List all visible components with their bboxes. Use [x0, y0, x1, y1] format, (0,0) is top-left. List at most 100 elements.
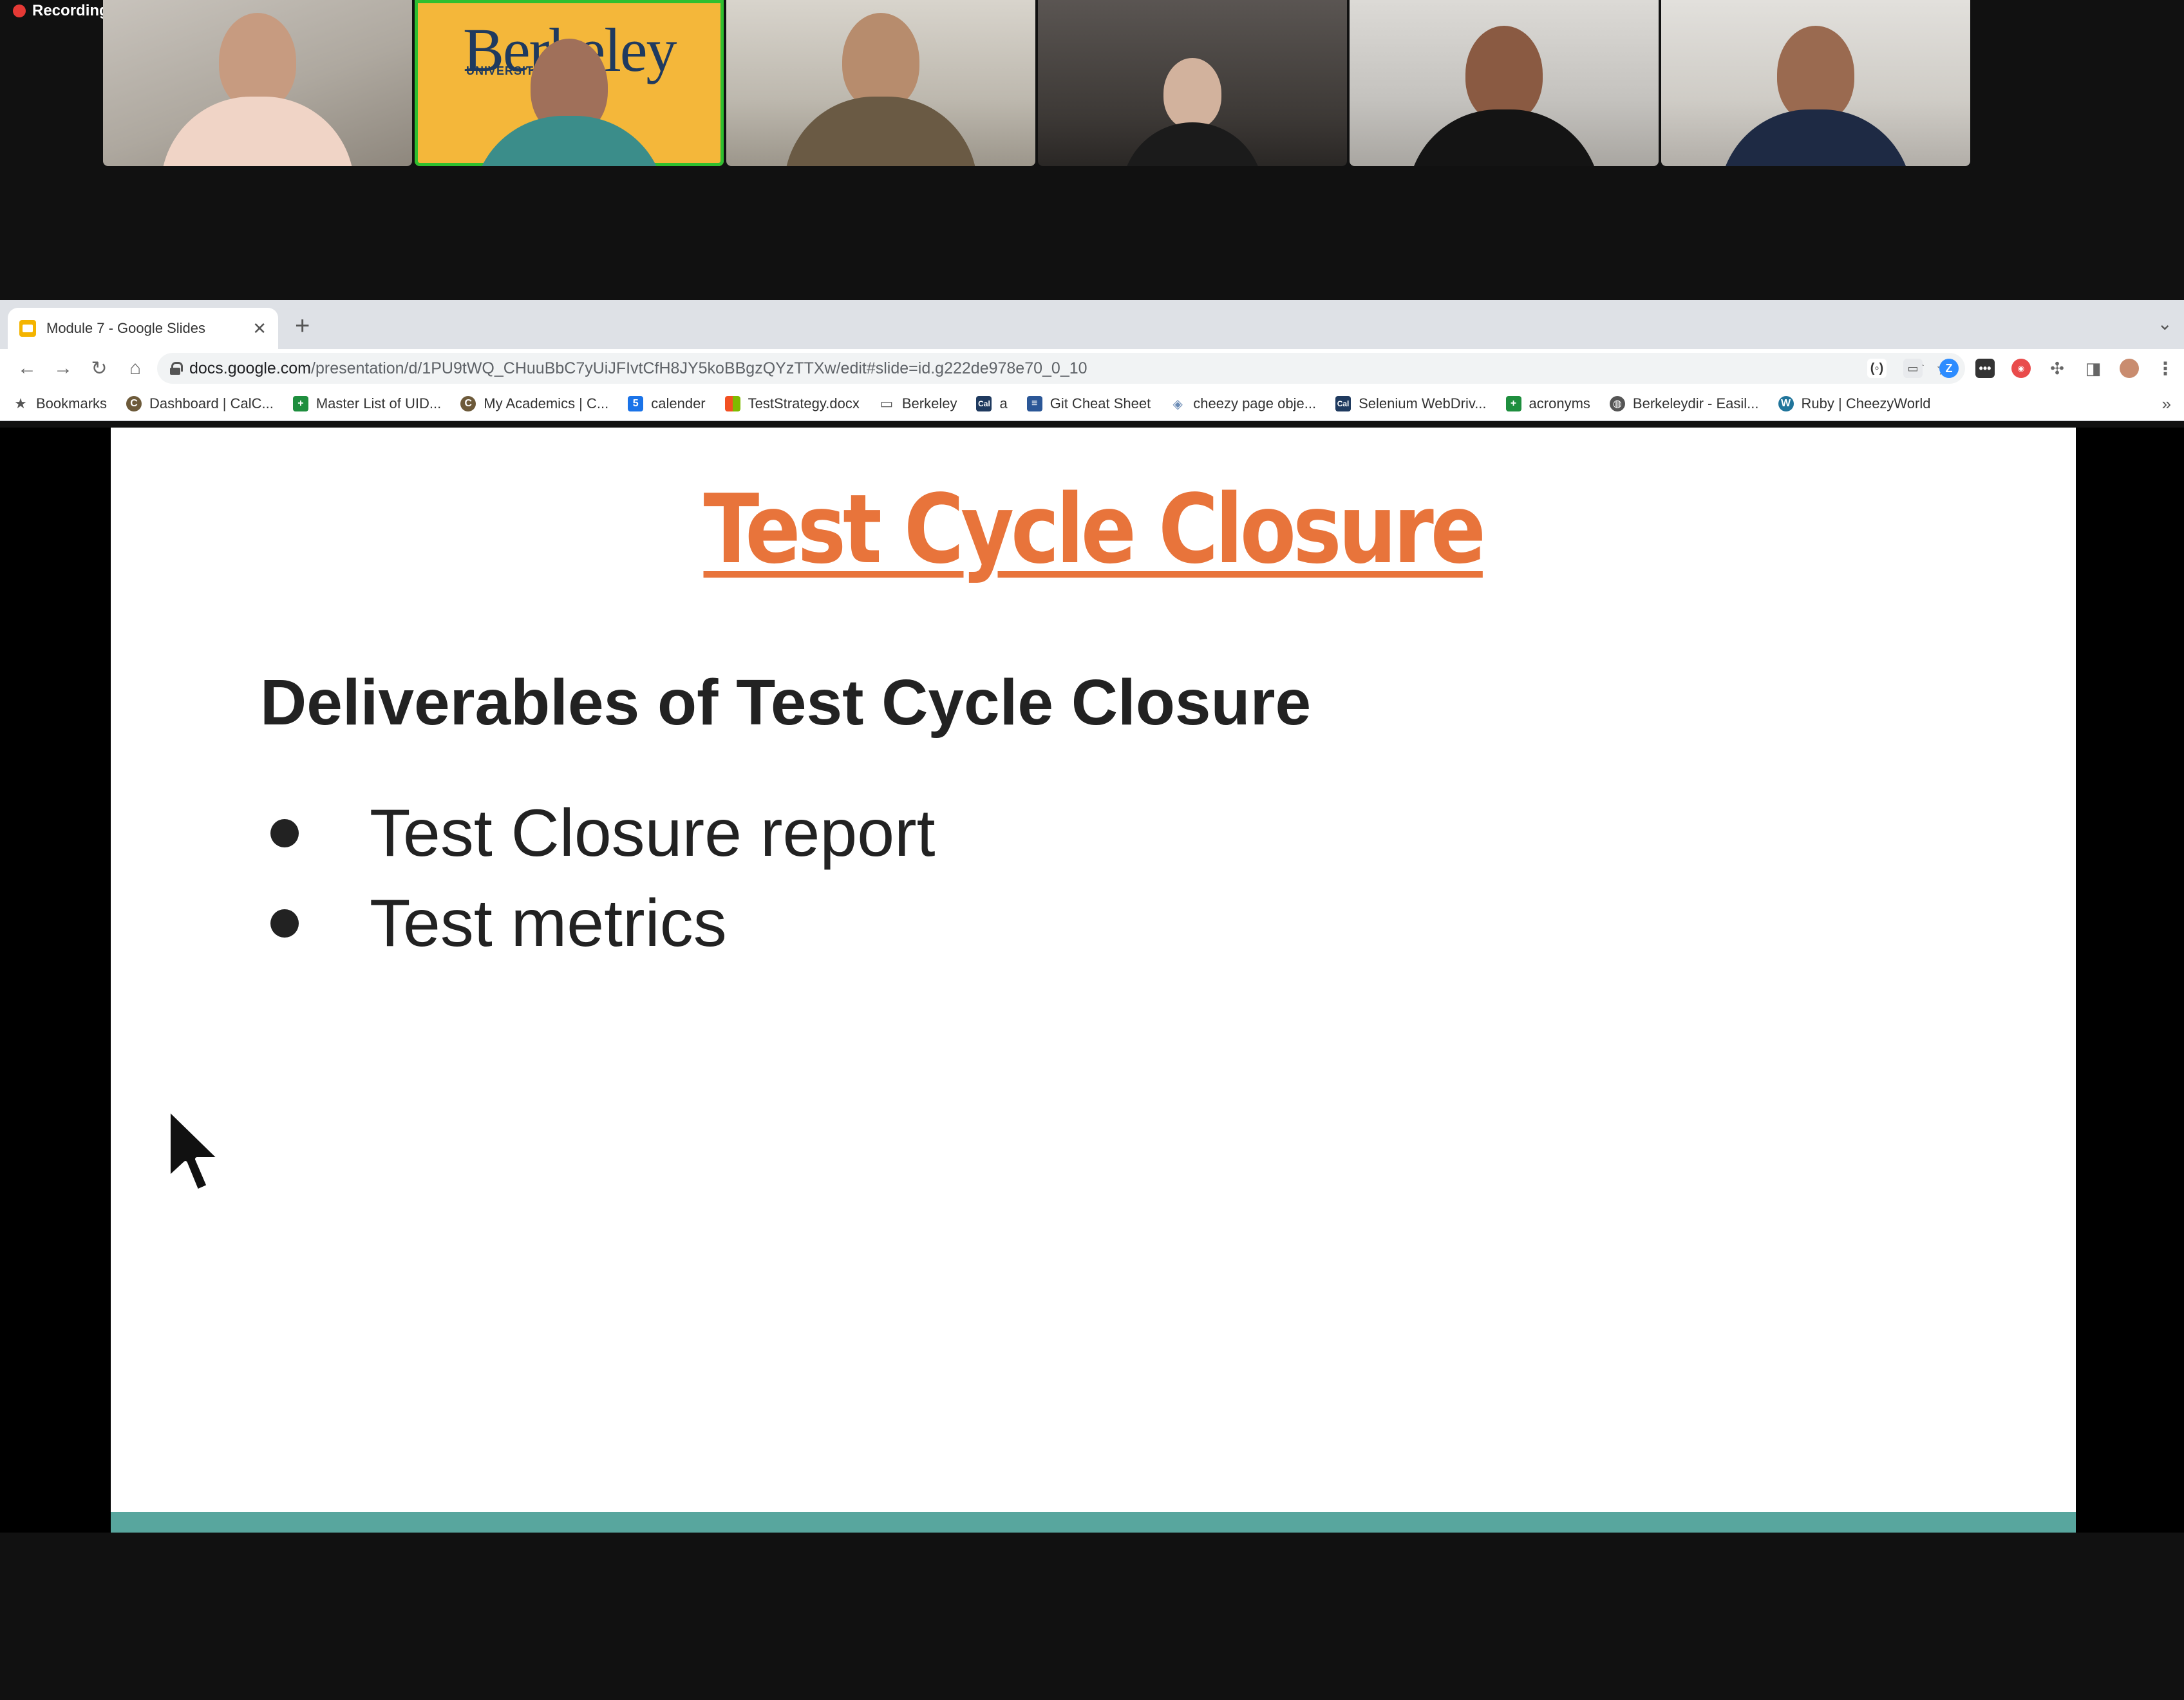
- bookmark-item[interactable]: TestStrategy.docx: [724, 395, 860, 412]
- slide-title: Test Cycle Closure: [703, 474, 1486, 585]
- bookmark-label: Berkeley: [901, 395, 957, 411]
- participant-body: [1407, 109, 1601, 166]
- sheets-icon: +: [1505, 396, 1521, 411]
- bookmark-item[interactable]: + Master List of UID...: [292, 395, 442, 412]
- page-icon: ◈: [1172, 397, 1183, 411]
- participant-body: [1719, 109, 1912, 166]
- bookmark-item[interactable]: + acronyms: [1505, 395, 1590, 412]
- participant-tile[interactable]: [1661, 0, 1970, 166]
- kebab-menu-icon[interactable]: ⋮: [2156, 359, 2175, 379]
- lock-icon[interactable]: [170, 362, 183, 375]
- tab-title: Module 7 - Google Slides: [46, 320, 206, 336]
- ms-icon: [724, 396, 740, 411]
- new-tab-plus-icon[interactable]: +: [295, 313, 310, 339]
- slide-footer-bar: [111, 1512, 2076, 1533]
- close-icon[interactable]: ✕: [252, 319, 267, 339]
- broadcast-extension-icon[interactable]: (◦): [1867, 359, 1887, 378]
- participant-tile-active-speaker[interactable]: Berkeley UNIVERSITY OF: [415, 0, 724, 166]
- google-slides-icon: [19, 320, 36, 337]
- slide-title-container: Test Cycle Closure: [111, 474, 2076, 585]
- participant-body: [473, 116, 666, 166]
- bookmark-label: Ruby | CheezyWorld: [1801, 395, 1931, 411]
- participant-head: [219, 13, 296, 109]
- bookmark-label: Bookmarks: [36, 395, 108, 411]
- zoom-extension-icon[interactable]: Z: [1939, 359, 1959, 378]
- side-panel-icon[interactable]: ◨: [2084, 359, 2103, 378]
- participant-body: [161, 97, 354, 166]
- sheets-icon: +: [292, 396, 308, 411]
- bookmark-item[interactable]: ◍ Berkeleydir - Easil...: [1609, 395, 1759, 412]
- bookmark-item[interactable]: C My Academics | C...: [460, 395, 608, 412]
- profile-avatar[interactable]: [2120, 359, 2139, 378]
- url-input[interactable]: docs.google.com/presentation/d/1PU9tWQ_C…: [157, 353, 1965, 384]
- participant-head: [842, 13, 919, 109]
- url-text: docs.google.com/presentation/d/1PU9tWQ_C…: [189, 359, 1903, 378]
- bookmark-item[interactable]: C Dashboard | CalC...: [126, 395, 274, 412]
- bookmark-item[interactable]: Cal Selenium WebDriv...: [1335, 395, 1487, 412]
- url-path: /presentation/d/1PU9tWQ_CHuuBbC7yUiJFIvt…: [311, 359, 1087, 377]
- participant-body: [1122, 122, 1263, 166]
- bookmark-item[interactable]: ◈ cheezy page obje...: [1170, 395, 1317, 412]
- participant-tile[interactable]: [1350, 0, 1659, 166]
- bullet-list: Test Closure report Test metrics: [270, 788, 936, 968]
- slide-stage: Test Cycle Closure Deliverables of Test …: [0, 428, 2184, 1533]
- puzzle-extensions-icon[interactable]: ✣: [2048, 359, 2067, 378]
- url-host: docs.google.com: [189, 359, 312, 377]
- forward-arrow-icon[interactable]: →: [45, 357, 81, 379]
- globe-icon: ◍: [1609, 396, 1625, 411]
- list-item: Test Closure report: [270, 788, 936, 878]
- participant-tile[interactable]: [103, 0, 412, 166]
- red-extension-icon[interactable]: ◉: [2011, 359, 2031, 378]
- bookmark-label: Git Cheat Sheet: [1050, 395, 1151, 411]
- bookmark-label: calender: [651, 395, 706, 411]
- folder-icon: ▭: [880, 395, 894, 411]
- cast-extension-icon[interactable]: ▭: [1903, 359, 1923, 378]
- extension-toolbar: (◦) ▭ Z ••• ◉ ✣ ◨ ⋮: [1867, 349, 2175, 388]
- calendar-icon: 5: [628, 396, 644, 411]
- participant-tile[interactable]: [1038, 0, 1347, 166]
- list-item: Test metrics: [270, 878, 936, 968]
- bookmark-label: Master List of UID...: [315, 395, 442, 411]
- tab-bar: Module 7 - Google Slides ✕ + ⌄: [0, 300, 2184, 349]
- cal-icon: Cal: [976, 396, 992, 411]
- home-icon[interactable]: ⌂: [117, 357, 153, 379]
- password-extension-icon[interactable]: •••: [1975, 359, 1995, 378]
- bullet-dot-icon: [270, 819, 299, 847]
- recording-indicator: Recording: [13, 0, 103, 22]
- recording-dot-icon: [13, 5, 26, 17]
- bookmark-label: a: [999, 395, 1008, 411]
- bullet-text: Test metrics: [370, 885, 727, 961]
- bookmark-label: TestStrategy.docx: [748, 395, 860, 411]
- bookmark-label: cheezy page obje...: [1193, 395, 1317, 411]
- bookmark-item[interactable]: ▭ Berkeley: [879, 395, 957, 412]
- slide-heading: Deliverables of Test Cycle Closure: [260, 666, 1312, 739]
- bookmark-label: Berkeleydir - Easil...: [1632, 395, 1759, 411]
- mouse-pointer-icon: [167, 1107, 222, 1193]
- star-icon: ★: [14, 395, 27, 411]
- chevron-down-icon[interactable]: ⌄: [2158, 313, 2172, 334]
- slide-canvas[interactable]: Test Cycle Closure Deliverables of Test …: [111, 428, 2076, 1533]
- bookmark-item[interactable]: Cal a: [976, 395, 1008, 412]
- bookmark-label: My Academics | C...: [484, 395, 609, 411]
- participant-head: [1777, 26, 1854, 122]
- participant-head: [1465, 26, 1543, 122]
- bookmark-label: acronyms: [1529, 395, 1590, 411]
- participant-strip: Berkeley UNIVERSITY OF: [103, 0, 1970, 166]
- c-icon: C: [126, 396, 142, 411]
- bookmark-item[interactable]: W Ruby | CheezyWorld: [1778, 395, 1931, 412]
- back-arrow-icon[interactable]: ←: [9, 357, 45, 379]
- tab-module-7[interactable]: Module 7 - Google Slides ✕: [8, 308, 278, 349]
- git-icon: ≡: [1026, 396, 1042, 411]
- participant-head: [1163, 58, 1221, 129]
- bullet-text: Test Closure report: [370, 795, 936, 871]
- participant-tile[interactable]: [726, 0, 1035, 166]
- bookmark-item[interactable]: ≡ Git Cheat Sheet: [1026, 395, 1151, 412]
- wordpress-icon: W: [1778, 396, 1794, 411]
- bookmarks-bar: ★ Bookmarks C Dashboard | CalC... + Master …: [0, 388, 2184, 421]
- bookmark-item[interactable]: 5 calender: [628, 395, 706, 412]
- address-bar: ← → ↻ ⌂ docs.google.com/presentation/d/1…: [0, 349, 2184, 388]
- recording-label: Recording: [32, 2, 103, 19]
- bookmark-item[interactable]: ★ Bookmarks: [13, 395, 107, 412]
- bookmarks-overflow-icon[interactable]: »: [2162, 394, 2171, 414]
- reload-icon[interactable]: ↻: [81, 357, 117, 380]
